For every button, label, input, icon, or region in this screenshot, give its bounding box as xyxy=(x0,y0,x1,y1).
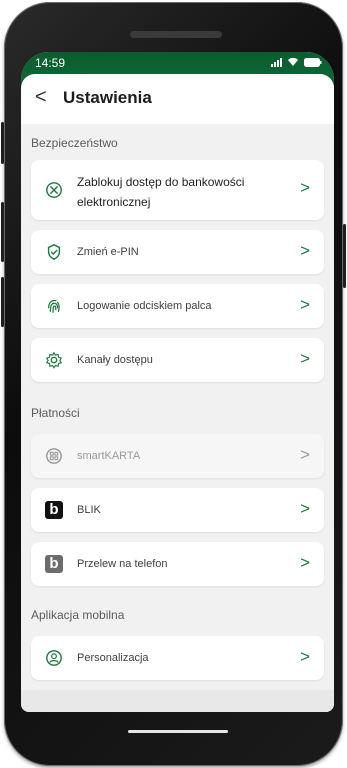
section-payments: Płatności xyxy=(31,406,80,420)
change-pin-label: Zmień e-PIN xyxy=(77,246,139,258)
chevron-right-icon: > xyxy=(300,647,310,666)
transfer-phone-label: Przelew na telefon xyxy=(77,558,168,570)
status-time: 14:59 xyxy=(35,56,66,70)
volume-button xyxy=(1,202,4,262)
block-icon xyxy=(46,182,62,198)
blik-logo-icon: b xyxy=(45,501,63,519)
chevron-right-icon: > xyxy=(300,445,310,464)
home-indicator[interactable] xyxy=(128,730,228,733)
side-button xyxy=(343,224,346,288)
speaker-notch xyxy=(130,31,222,38)
power-button xyxy=(1,277,4,327)
personalization-item[interactable]: Personalizacja > xyxy=(31,636,324,680)
status-bar: 14:59 xyxy=(21,52,334,74)
fingerprint-label: Logowanie odciskiem palca xyxy=(77,300,212,312)
chevron-right-icon: > xyxy=(300,499,310,518)
smartkarta-item[interactable]: smartKARTA > xyxy=(31,434,324,478)
card-icon xyxy=(46,448,62,464)
section-app: Aplikacja mobilna xyxy=(31,608,125,622)
screen-bottom-bar xyxy=(21,690,334,712)
gear-icon xyxy=(45,351,63,369)
settings-list: Bezpieczeństwo Zablokuj dostęp do bankow… xyxy=(21,124,334,712)
channels-item[interactable]: Kanały dostępu > xyxy=(31,338,324,382)
battery-icon xyxy=(304,58,322,67)
chevron-right-icon: > xyxy=(300,295,310,314)
channels-label: Kanały dostępu xyxy=(77,354,153,366)
chevron-right-icon: > xyxy=(300,349,310,368)
volume-button xyxy=(1,122,4,164)
fingerprint-item[interactable]: Logowanie odciskiem palca > xyxy=(31,284,324,328)
block-access-item[interactable]: Zablokuj dostęp do bankowości elektronic… xyxy=(31,160,324,220)
blik-label: BLIK xyxy=(77,504,101,516)
section-security: Bezpieczeństwo xyxy=(31,136,118,150)
phone-frame: 14:59 < Ustawienia Bezpieczeństwo Zablok… xyxy=(1,2,346,766)
page-title: Ustawienia xyxy=(63,88,152,107)
signal-icon xyxy=(271,58,282,67)
change-pin-item[interactable]: Zmień e-PIN > xyxy=(31,230,324,274)
shield-check-icon xyxy=(47,243,61,261)
transfer-phone-item[interactable]: b Przelew na telefon > xyxy=(31,542,324,586)
wifi-icon xyxy=(288,57,298,66)
personalization-label: Personalizacja xyxy=(77,652,149,664)
fingerprint-icon xyxy=(47,299,60,313)
status-icons xyxy=(271,57,322,67)
chevron-right-icon: > xyxy=(300,178,310,197)
blik-logo-icon: b xyxy=(45,555,63,573)
blik-item[interactable]: b BLIK > xyxy=(31,488,324,532)
user-icon xyxy=(46,650,62,666)
screen: 14:59 < Ustawienia Bezpieczeństwo Zablok… xyxy=(21,52,334,712)
back-button[interactable]: < xyxy=(35,86,47,109)
chevron-right-icon: > xyxy=(300,553,310,572)
app-header: < Ustawienia xyxy=(21,74,334,124)
smartkarta-label: smartKARTA xyxy=(77,450,141,462)
block-access-label: Zablokuj dostęp do bankowości elektronic… xyxy=(77,175,245,209)
chevron-right-icon: > xyxy=(300,241,310,260)
